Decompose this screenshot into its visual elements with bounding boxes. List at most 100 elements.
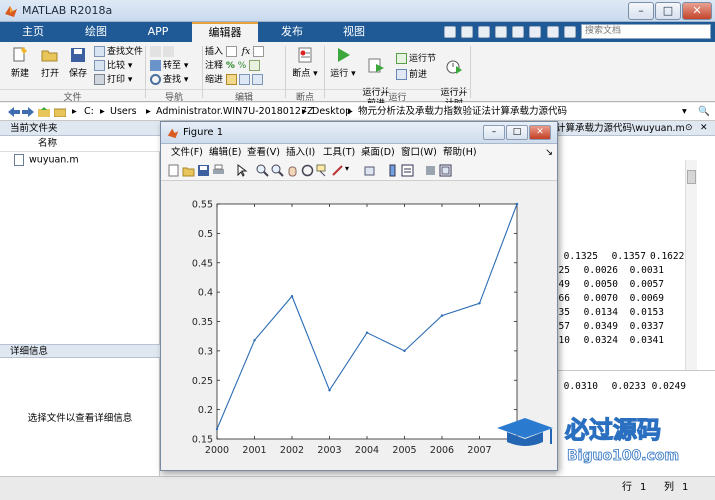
- fx-icon[interactable]: fx: [242, 47, 250, 57]
- scrollbar-thumb[interactable]: [687, 170, 696, 184]
- back-nav-icon[interactable]: [150, 46, 161, 57]
- new-button[interactable]: 新建: [6, 46, 34, 79]
- pointer-icon[interactable]: [235, 164, 248, 177]
- undo-icon[interactable]: [512, 25, 525, 38]
- figure-close-button[interactable]: ✕: [529, 125, 551, 140]
- advance-icon: [396, 69, 407, 80]
- nav-group-label: 导航: [146, 89, 202, 103]
- forward-arrow-icon[interactable]: [22, 107, 34, 117]
- open-file-icon[interactable]: [182, 164, 195, 177]
- minimize-button[interactable]: –: [628, 2, 654, 20]
- tab-editor[interactable]: 编辑器: [192, 22, 258, 42]
- tab-plots[interactable]: 绘图: [66, 22, 126, 42]
- close-editor-icon[interactable]: ✕: [700, 123, 708, 133]
- menu-insert[interactable]: 插入(I): [286, 144, 315, 161]
- insert-colorbar-icon[interactable]: [386, 164, 399, 177]
- search-documentation-input[interactable]: 搜索文档: [581, 24, 711, 39]
- path-segment[interactable]: 物元分析法及承载力指数验证法计算承载力源代码: [358, 103, 567, 121]
- tab-home[interactable]: 主页: [4, 22, 62, 42]
- link-plot-icon[interactable]: [364, 164, 377, 177]
- breakpoints-button[interactable]: 断点 ▾: [290, 46, 320, 79]
- list-item[interactable]: wuyuan.m: [14, 154, 79, 167]
- cut-icon[interactable]: [460, 25, 473, 38]
- value-cell: 0.0153: [629, 307, 664, 318]
- percent-comment-icon[interactable]: %: [226, 61, 235, 71]
- menu-view[interactable]: 查看(V): [247, 144, 280, 161]
- figure-minimize-button[interactable]: –: [483, 125, 505, 140]
- find-files-button[interactable]: 查找文件: [94, 45, 143, 59]
- path-segment[interactable]: Desktop: [312, 103, 351, 121]
- data-point: [290, 295, 294, 298]
- comment-row[interactable]: 注释 % %: [205, 59, 285, 73]
- redo-icon[interactable]: [529, 25, 542, 38]
- save-button[interactable]: 保存: [64, 46, 92, 79]
- advance-button[interactable]: 前进: [396, 68, 438, 82]
- tab-view[interactable]: 视图: [326, 22, 382, 42]
- menu-help[interactable]: 帮助(H): [443, 144, 477, 161]
- show-plot-tools-icon[interactable]: [439, 164, 452, 177]
- x-tick-label: 2006: [430, 445, 454, 456]
- data-cursor-icon[interactable]: [316, 164, 329, 177]
- new-figure-icon[interactable]: [167, 164, 180, 177]
- increase-indent-icon[interactable]: [238, 74, 250, 85]
- menu-file[interactable]: 文件(F): [171, 144, 203, 161]
- goto-button[interactable]: 转至 ▾: [150, 59, 202, 73]
- brush-dropdown-icon[interactable]: ▾: [345, 164, 349, 173]
- maximize-button[interactable]: □: [655, 2, 681, 20]
- path-drive[interactable]: C:: [84, 103, 94, 121]
- browse-folder-icon[interactable]: [54, 107, 66, 117]
- insert-legend-icon[interactable]: [401, 164, 414, 177]
- uncomment-icon[interactable]: %: [238, 61, 247, 71]
- copy-icon[interactable]: [477, 25, 490, 38]
- print-button[interactable]: 打印 ▾: [94, 73, 142, 87]
- vertical-scrollbar[interactable]: [685, 160, 697, 370]
- run-section-button[interactable]: 运行节: [396, 52, 438, 66]
- run-label: 运行: [330, 69, 349, 79]
- back-arrow-icon[interactable]: [8, 107, 20, 117]
- hide-plot-tools-icon[interactable]: [424, 164, 437, 177]
- open-button[interactable]: 打开: [36, 46, 64, 79]
- decrease-indent-icon[interactable]: [251, 74, 263, 85]
- compare-button[interactable]: 比较 ▾: [94, 59, 142, 73]
- forward-nav-icon[interactable]: [163, 46, 174, 57]
- value-cell: 0.0337: [629, 321, 664, 332]
- close-button[interactable]: ✕: [682, 2, 712, 20]
- menu-edit[interactable]: 编辑(E): [209, 144, 241, 161]
- figure-title-bar[interactable]: Figure 1 – □ ✕: [161, 122, 557, 144]
- up-folder-icon[interactable]: [38, 107, 50, 117]
- zoom-out-icon[interactable]: [271, 164, 284, 177]
- path-segment[interactable]: Users: [110, 103, 137, 121]
- smart-indent-icon[interactable]: [225, 74, 237, 85]
- path-segment[interactable]: Administrator.WIN7U-20180127Z: [156, 103, 314, 121]
- find-button[interactable]: 查找 ▾: [150, 73, 202, 87]
- insert-row[interactable]: 插入 fx: [205, 45, 285, 59]
- path-dropdown-icon[interactable]: ▾: [682, 103, 687, 121]
- tab-apps[interactable]: APP: [130, 22, 186, 42]
- watermark-domain-text: Biguo100.com: [567, 448, 679, 464]
- name-column-header[interactable]: 名称: [0, 136, 160, 152]
- switch-windows-icon[interactable]: [546, 25, 559, 38]
- menu-tools[interactable]: 工具(T): [323, 144, 355, 161]
- function-browser-icon[interactable]: [253, 46, 265, 57]
- collapse-pane-icon[interactable]: ⊙: [685, 123, 693, 133]
- save-figure-icon[interactable]: [197, 164, 210, 177]
- folder-open-icon: [41, 50, 58, 62]
- pan-hand-icon[interactable]: [286, 164, 299, 177]
- figure-maximize-button[interactable]: □: [506, 125, 528, 140]
- wrap-comments-icon[interactable]: [249, 60, 261, 71]
- help-icon[interactable]: [563, 25, 576, 38]
- indent-row[interactable]: 缩进: [205, 73, 285, 87]
- rotate-3d-icon[interactable]: [301, 164, 314, 177]
- zoom-in-icon[interactable]: [256, 164, 269, 177]
- y-tick-label: 0.35: [192, 317, 213, 328]
- paste-icon[interactable]: [495, 25, 508, 38]
- run-button[interactable]: 运行 ▾: [330, 46, 356, 79]
- brush-icon[interactable]: [331, 164, 344, 177]
- menu-dock-icon[interactable]: ↘: [545, 144, 553, 161]
- search-path-icon[interactable]: 🔍: [698, 103, 710, 121]
- tab-publish[interactable]: 发布: [262, 22, 322, 42]
- menu-window[interactable]: 窗口(W): [401, 144, 437, 161]
- print-figure-icon[interactable]: [212, 164, 225, 177]
- menu-desktop[interactable]: 桌面(D): [361, 144, 395, 161]
- save-icon[interactable]: [443, 25, 456, 38]
